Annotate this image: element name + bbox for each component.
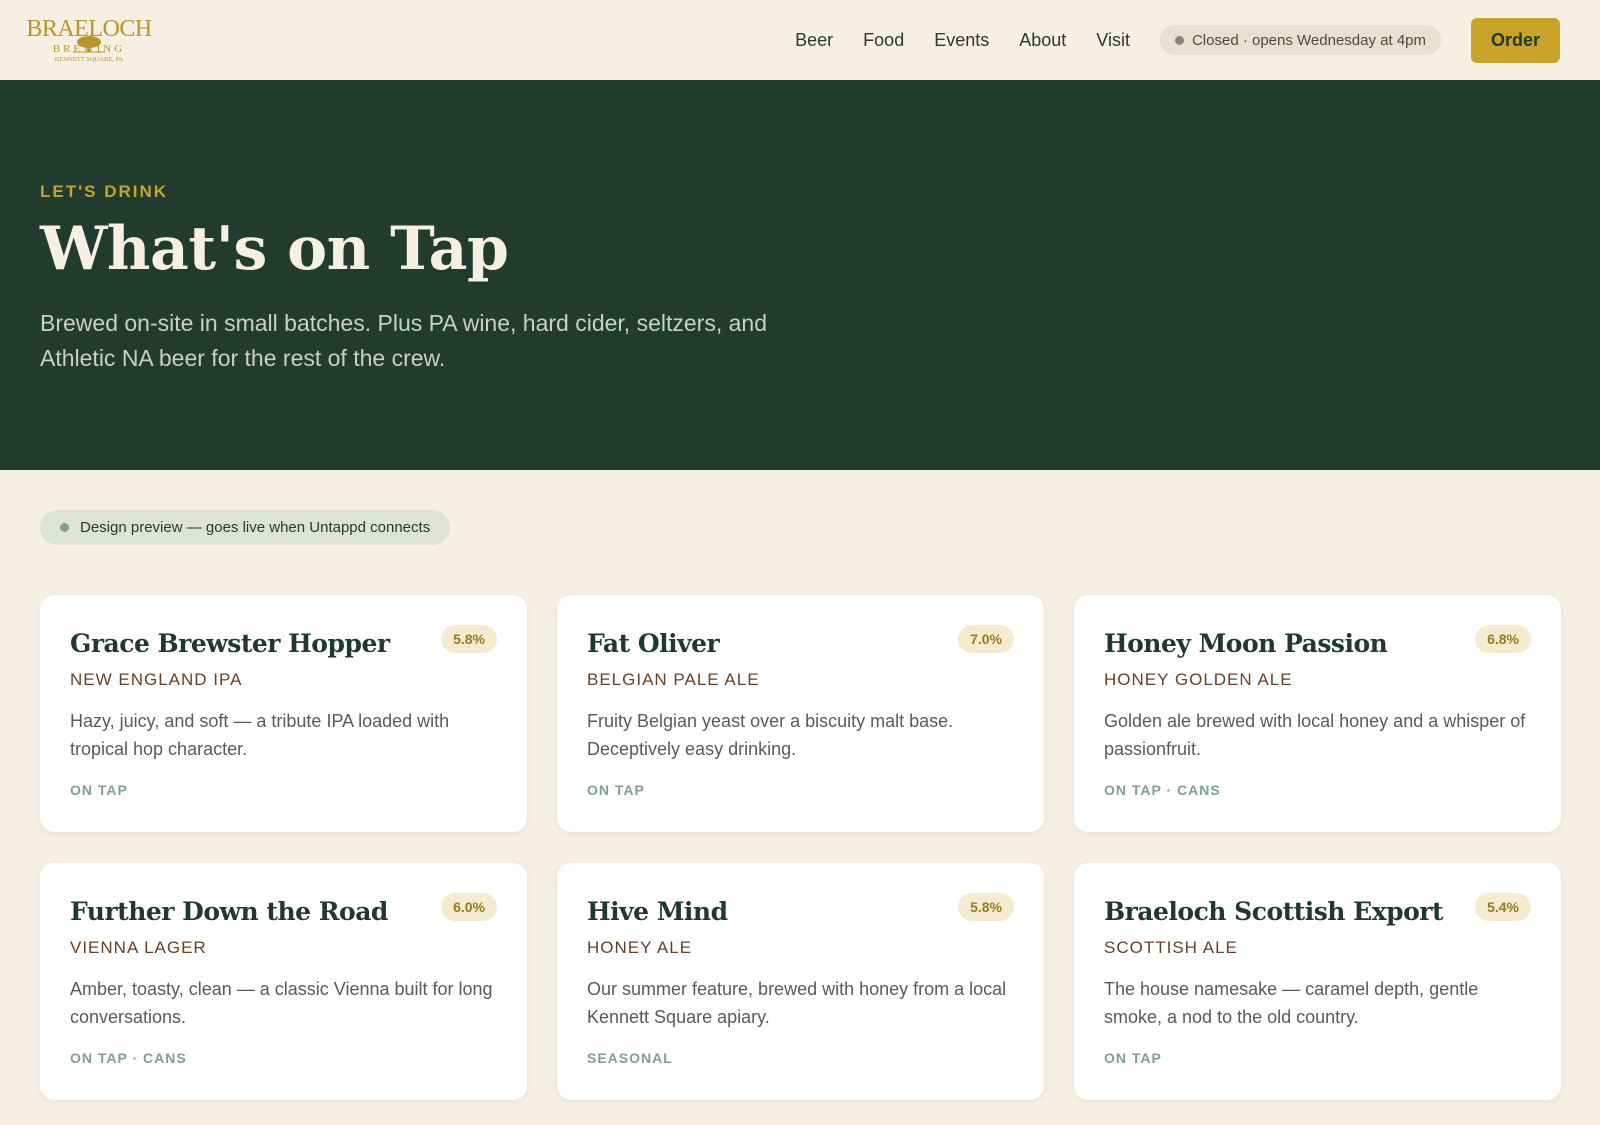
- beer-card[interactable]: Further Down the Road 6.0% VIENNA LAGER …: [40, 863, 527, 1100]
- nav-link-events[interactable]: Events: [934, 30, 989, 51]
- order-button[interactable]: Order: [1471, 17, 1560, 63]
- beer-card[interactable]: Fat Oliver 7.0% BELGIAN PALE ALE Fruity …: [557, 595, 1044, 832]
- logo-subtitle: BREWING: [52, 42, 126, 55]
- beer-description: Amber, toasty, clean — a classic Vienna …: [70, 979, 493, 1027]
- beer-availability: ON TAP: [70, 782, 128, 798]
- beer-style: HONEY ALE: [587, 938, 693, 957]
- status-dot-icon: [1174, 35, 1184, 45]
- page-title: What's on Tap: [40, 214, 509, 284]
- nav-link-food[interactable]: Food: [863, 30, 904, 51]
- abv-badge: 5.4%: [1475, 893, 1531, 921]
- beer-name: Braeloch Scottish Export: [1104, 897, 1444, 926]
- beer-grid: Grace Brewster Hopper 5.8% NEW ENGLAND I…: [40, 595, 1561, 1100]
- hero-eyebrow: LET'S DRINK: [40, 182, 169, 201]
- abv-badge: 7.0%: [958, 625, 1014, 653]
- abv-badge: 5.8%: [441, 625, 497, 653]
- preview-notice-text: Design preview — goes live when Untappd …: [80, 519, 431, 536]
- beer-card[interactable]: Grace Brewster Hopper 5.8% NEW ENGLAND I…: [40, 595, 527, 832]
- beer-description: Hazy, juicy, and soft — a tribute IPA lo…: [70, 711, 450, 759]
- beer-style: HONEY GOLDEN ALE: [1104, 670, 1293, 689]
- beer-style: VIENNA LAGER: [70, 938, 207, 957]
- beer-description: Fruity Belgian yeast over a biscuity mal…: [587, 711, 954, 759]
- beer-description: Our summer feature, brewed with honey fr…: [587, 979, 1007, 1027]
- beer-availability: ON TAP: [587, 782, 645, 798]
- hero-section: LET'S DRINK What's on Tap Brewed on-site…: [0, 80, 1600, 470]
- brand-logo[interactable]: BRAELOCH BREWING KENNETT SQUARE, PA: [26, 17, 152, 64]
- beer-availability: ON TAP · CANS: [1104, 782, 1221, 798]
- abv-badge: 6.0%: [441, 893, 497, 921]
- abv-badge: 5.8%: [958, 893, 1014, 921]
- nav-link-visit[interactable]: Visit: [1096, 30, 1130, 51]
- tap-list: Design preview — goes live when Untappd …: [0, 470, 1600, 1100]
- beer-name: Grace Brewster Hopper: [70, 629, 390, 658]
- open-status-badge: Closed · opens Wednesday at 4pm: [1159, 25, 1441, 55]
- beer-description: Golden ale brewed with local honey and a…: [1104, 711, 1526, 759]
- beer-description: The house namesake — caramel depth, gent…: [1104, 979, 1479, 1027]
- hero-subtitle: Brewed on-site in small batches. Plus PA…: [40, 310, 767, 371]
- beer-availability: ON TAP · CANS: [70, 1050, 187, 1066]
- preview-notice-badge: Design preview — goes live when Untappd …: [40, 510, 451, 545]
- preview-dot-icon: [60, 523, 69, 532]
- beer-name: Honey Moon Passion: [1104, 629, 1388, 658]
- beer-availability: SEASONAL: [587, 1050, 673, 1066]
- beer-style: NEW ENGLAND IPA: [70, 670, 243, 689]
- beer-style: SCOTTISH ALE: [1104, 938, 1238, 957]
- open-status-text: Closed · opens Wednesday at 4pm: [1191, 31, 1426, 49]
- beer-availability: ON TAP: [1104, 1050, 1162, 1066]
- beer-name: Fat Oliver: [587, 629, 720, 658]
- nav-link-beer[interactable]: Beer: [795, 30, 833, 51]
- beer-style: BELGIAN PALE ALE: [587, 670, 760, 689]
- beer-card[interactable]: Braeloch Scottish Export 5.4% SCOTTISH A…: [1074, 863, 1561, 1100]
- beer-card[interactable]: Honey Moon Passion 6.8% HONEY GOLDEN ALE…: [1074, 595, 1561, 832]
- nav-link-about[interactable]: About: [1019, 30, 1066, 51]
- logo-location: KENNETT SQUARE, PA: [54, 55, 124, 63]
- beer-name: Hive Mind: [587, 897, 728, 926]
- beer-card[interactable]: Hive Mind 5.8% HONEY ALE Our summer feat…: [557, 863, 1044, 1100]
- site-header: BRAELOCH BREWING KENNETT SQUARE, PA Beer…: [0, 0, 1600, 80]
- main-nav: Beer Food Events About Visit Closed · op…: [795, 17, 1560, 63]
- beer-name: Further Down the Road: [70, 897, 388, 926]
- abv-badge: 6.8%: [1475, 625, 1531, 653]
